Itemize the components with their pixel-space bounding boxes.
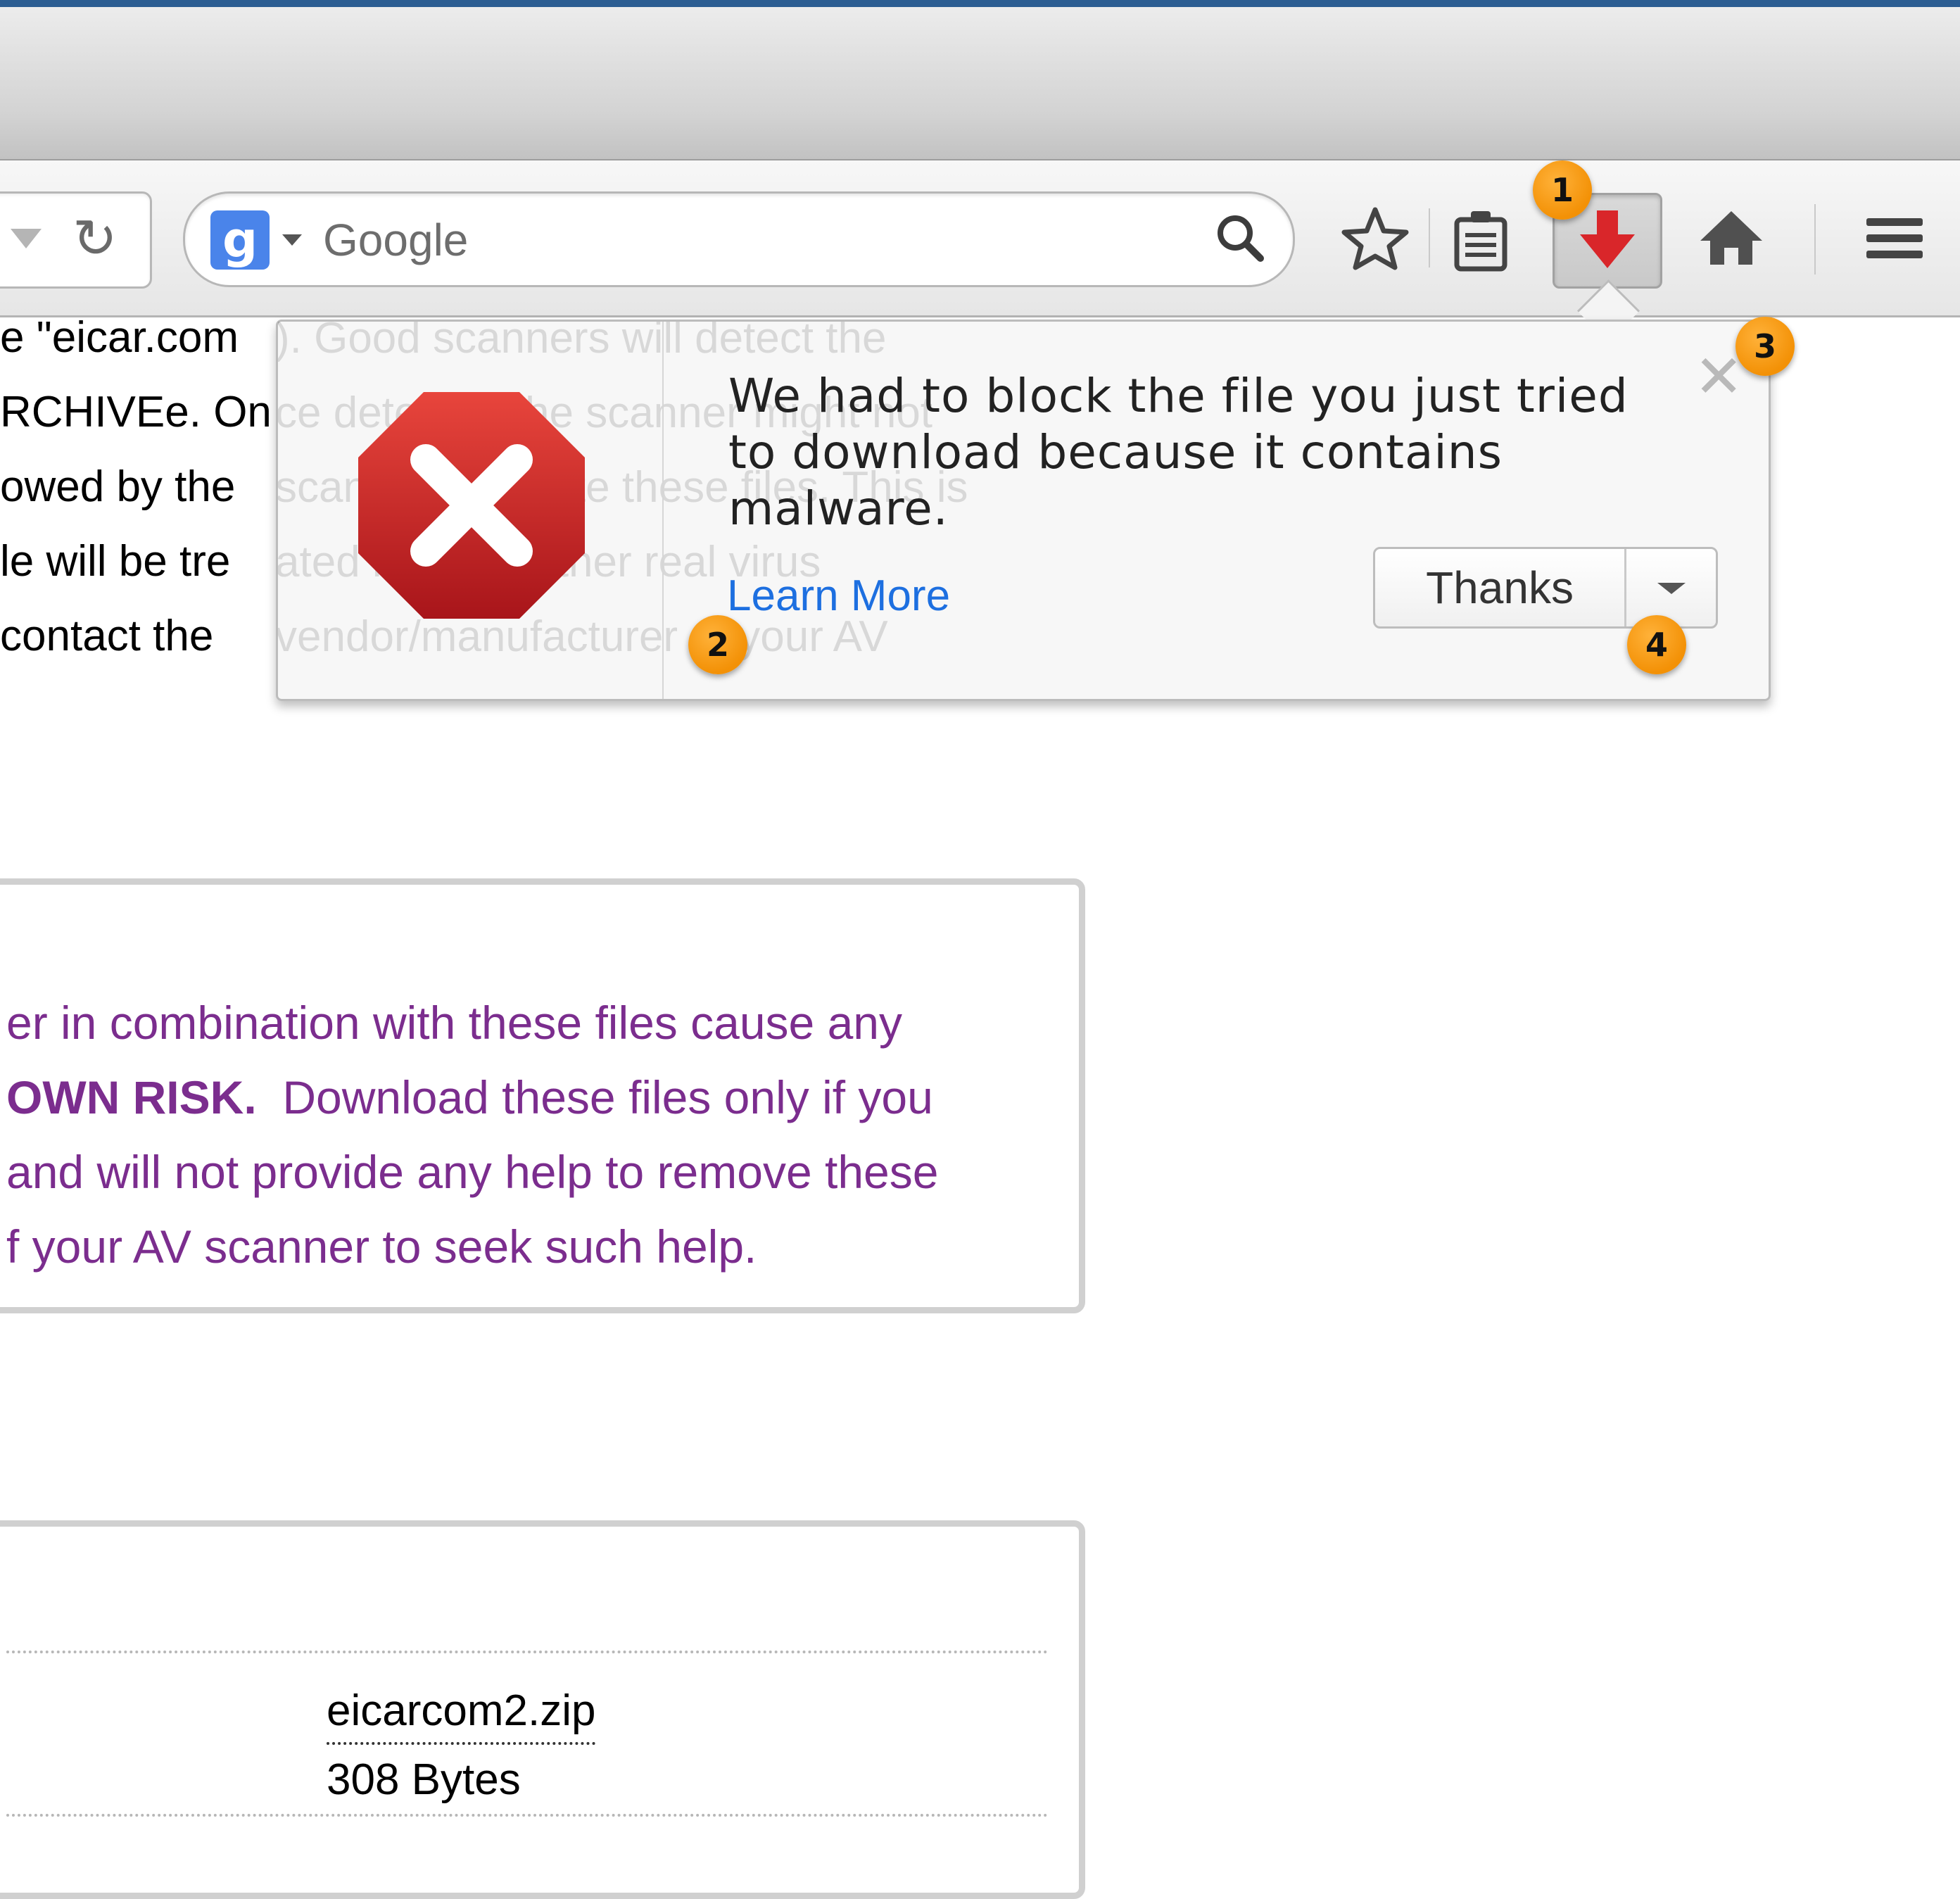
- text-line: e "eicar.com: [0, 313, 239, 362]
- download-file-link[interactable]: eicarcom2.zip: [327, 1683, 596, 1745]
- disclaimer-line: f your AV scanner to seek such help.: [6, 1220, 757, 1273]
- disclaimer-line: and will not provide any help to remove …: [6, 1146, 939, 1198]
- engine-dropdown-icon[interactable]: [282, 234, 302, 246]
- thanks-button[interactable]: Thanks: [1375, 549, 1624, 626]
- google-g-icon[interactable]: g: [210, 210, 270, 270]
- url-bar[interactable]: ↻: [0, 191, 152, 289]
- search-input[interactable]: [323, 215, 1168, 265]
- window-accent-bar: [0, 0, 1960, 7]
- download-box: eicarcom2.zip 308 Bytes: [0, 1520, 1085, 1899]
- download-arrow-icon: [1580, 210, 1635, 268]
- callout-marker: 1: [1533, 160, 1592, 220]
- row-divider: [6, 1651, 1048, 1653]
- callout-marker: 4: [1627, 615, 1686, 674]
- search-icon[interactable]: [1213, 210, 1269, 267]
- menu-icon[interactable]: [1855, 191, 1933, 284]
- search-bar[interactable]: g: [183, 191, 1295, 287]
- bookmark-star-icon[interactable]: [1334, 191, 1416, 284]
- title-bar: [0, 7, 1960, 160]
- disclaimer-emphasis: OWN RISK.: [6, 1071, 257, 1123]
- malware-blocked-panel: ). Good scanners will detect the ce dete…: [276, 320, 1771, 701]
- file-size: 308 Bytes: [327, 1755, 521, 1804]
- chevron-down-icon[interactable]: [1626, 549, 1716, 626]
- callout-marker: 3: [1735, 317, 1795, 376]
- reload-icon[interactable]: ↻: [72, 212, 118, 265]
- home-icon[interactable]: [1689, 191, 1774, 284]
- close-icon[interactable]: ✕: [1694, 347, 1743, 406]
- callout-marker: 2: [688, 615, 747, 674]
- text-line: RCHIVEe. On: [0, 388, 272, 436]
- learn-more-link[interactable]: Learn More: [727, 568, 950, 624]
- stop-error-icon: [358, 392, 585, 619]
- text-line: le will be tre: [0, 537, 231, 586]
- toolbar-separator: [1814, 204, 1816, 275]
- text-line: owed by the: [0, 462, 236, 511]
- row-divider: [6, 1814, 1048, 1817]
- reading-list-icon[interactable]: [1440, 191, 1524, 284]
- text-line: ). Good scanners will detect the: [278, 322, 887, 362]
- panel-divider: [662, 322, 664, 699]
- disclaimer-line-rest: Download these files only if you: [256, 1071, 933, 1123]
- history-dropmarker-icon[interactable]: [11, 229, 42, 248]
- disclaimer-line: OWN RISK. Download these files only if y…: [6, 1068, 933, 1127]
- blocked-message: We had to block the file you just tried …: [728, 369, 1629, 536]
- disclaimer-line: er in combination with these files cause…: [6, 997, 903, 1049]
- text-line: contact the: [0, 612, 214, 660]
- toolbar-separator: [1429, 208, 1430, 267]
- disclaimer-box: er in combination with these files cause…: [0, 878, 1085, 1313]
